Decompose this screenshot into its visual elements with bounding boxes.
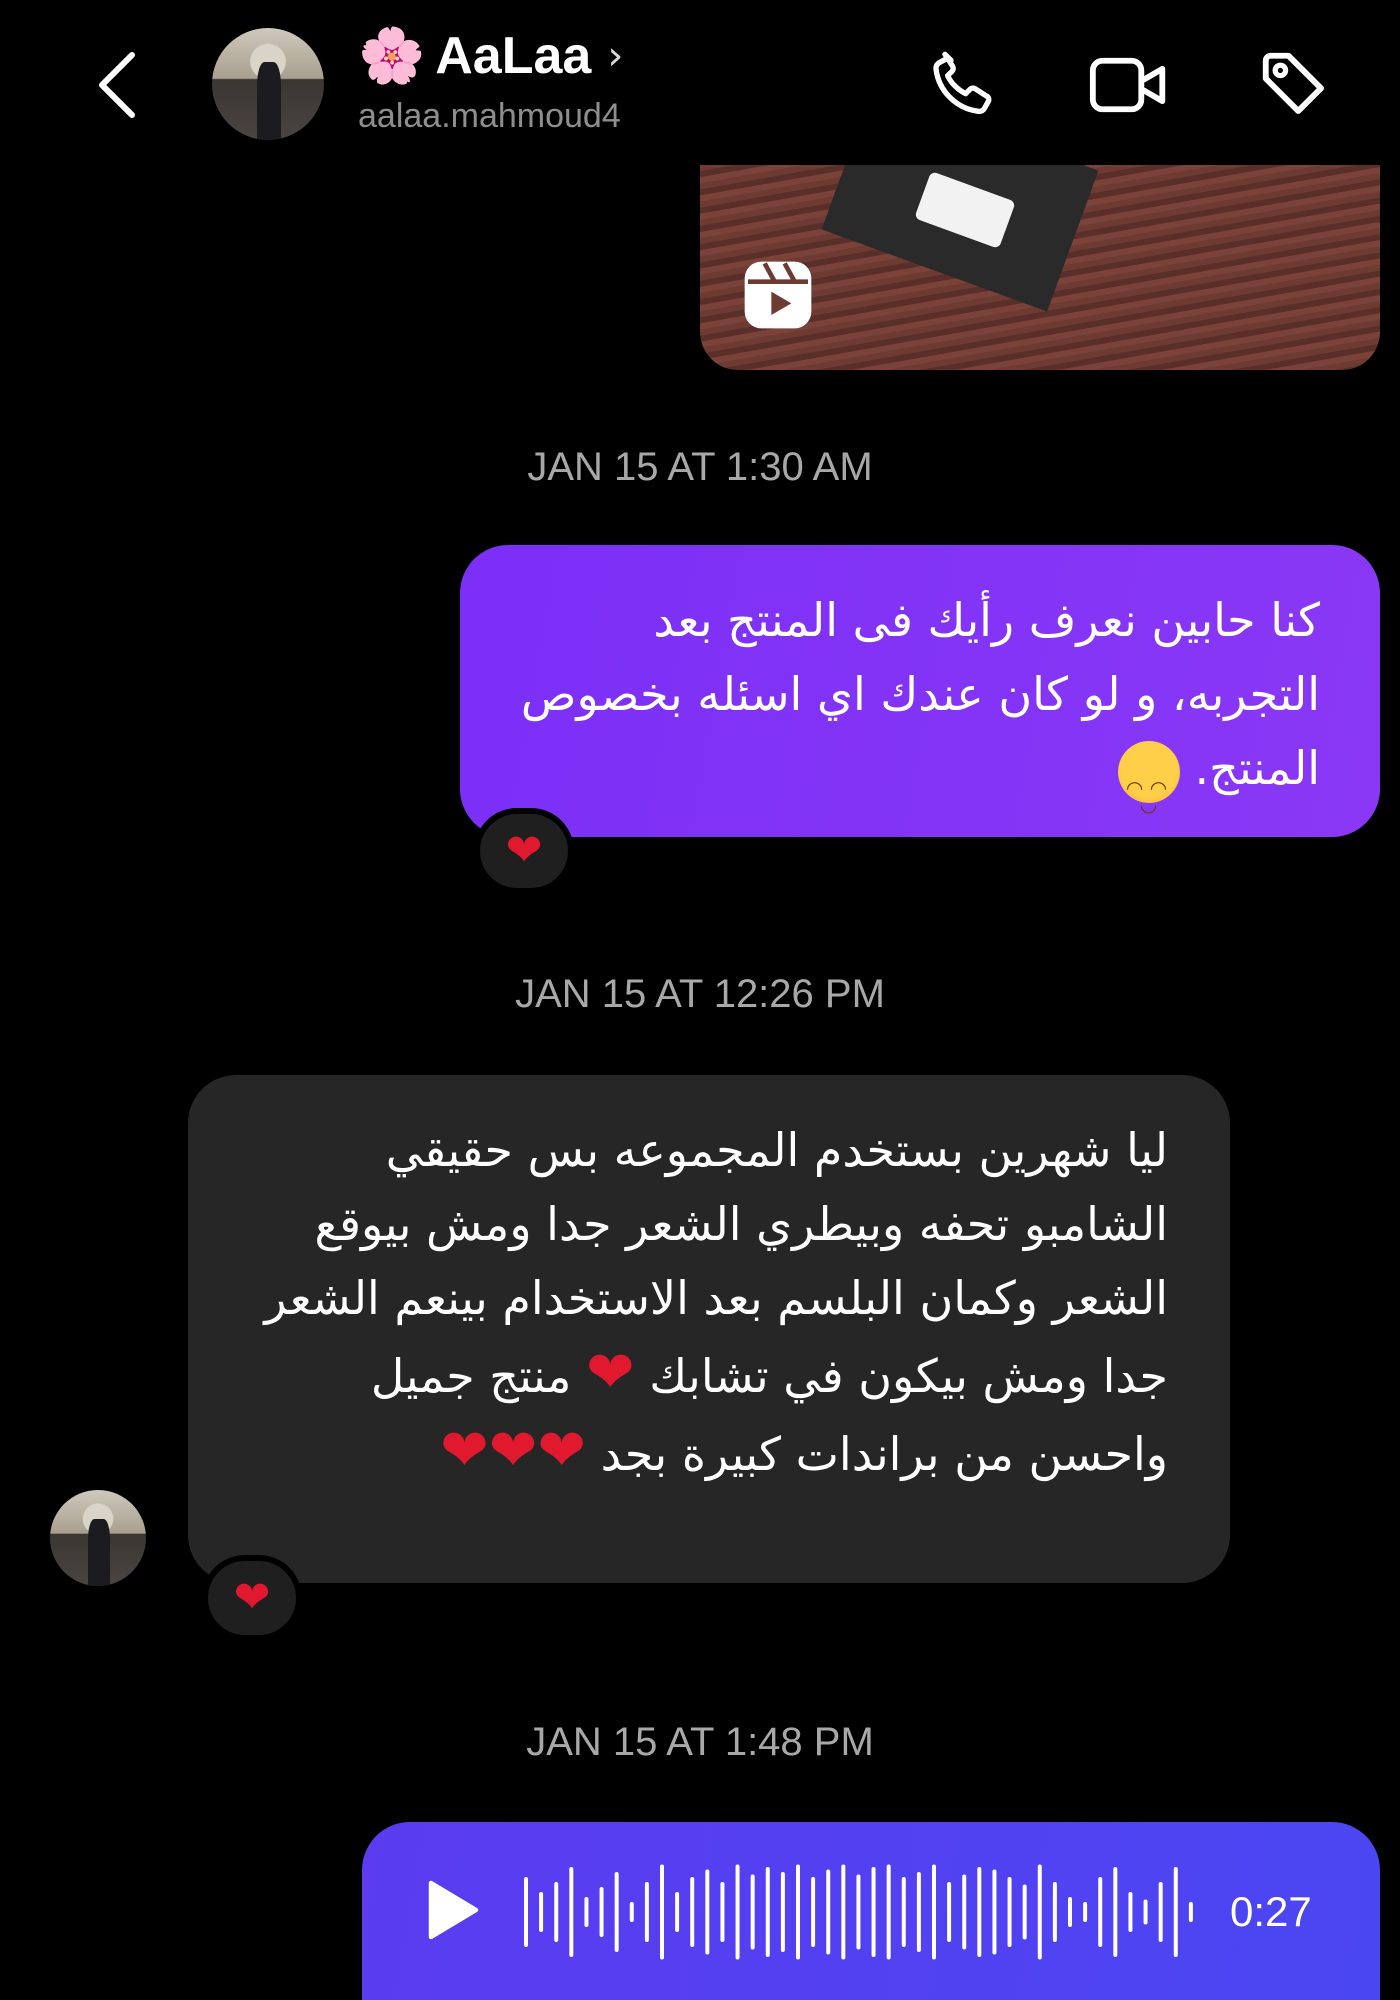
voice-message-bubble[interactable]: 0:27 bbox=[362, 1822, 1380, 2000]
sent-message-text: كنا حابين نعرف رأيك فى المنتج بعد التجرب… bbox=[520, 593, 1320, 795]
sent-message-bubble[interactable]: كنا حابين نعرف رأيك فى المنتج بعد التجرب… bbox=[460, 545, 1380, 841]
waveform-bar bbox=[992, 1869, 997, 1955]
waveform-bar bbox=[765, 1867, 770, 1957]
voice-duration: 0:27 bbox=[1230, 1888, 1312, 1935]
waveform-bar bbox=[584, 1897, 589, 1927]
timestamp: JAN 15 AT 12:26 PM bbox=[515, 972, 885, 1016]
waveform-bar bbox=[629, 1902, 634, 1922]
waveform-bar bbox=[1007, 1877, 1012, 1947]
waveform-bar bbox=[675, 1892, 680, 1932]
avatar[interactable] bbox=[212, 28, 324, 140]
timestamp: JAN 15 AT 1:30 AM bbox=[527, 445, 873, 489]
waveform-bar bbox=[539, 1892, 544, 1932]
waveform-bar bbox=[599, 1887, 604, 1937]
waveform-bar bbox=[1158, 1882, 1163, 1942]
waveform-bar bbox=[1022, 1884, 1027, 1940]
hugging-face-icon bbox=[1117, 740, 1180, 841]
waveform-bar bbox=[871, 1867, 876, 1957]
heart-icon: ❤ bbox=[505, 825, 543, 876]
waveform-bar bbox=[886, 1864, 891, 1960]
waveform-bar bbox=[811, 1877, 816, 1947]
heart-icon: ❤ bbox=[233, 1572, 271, 1623]
sender-avatar[interactable] bbox=[50, 1490, 146, 1586]
message-reaction[interactable]: ❤ bbox=[202, 1555, 302, 1641]
waveform-bar bbox=[750, 1874, 755, 1950]
profile-name: AaLaa bbox=[435, 27, 592, 85]
waveform-bar bbox=[962, 1874, 967, 1950]
waveform-bar bbox=[780, 1872, 785, 1952]
profile-username: aalaa.mahmoud4 bbox=[358, 97, 621, 135]
waveform-bar bbox=[1173, 1867, 1178, 1957]
waveform-bar bbox=[901, 1877, 906, 1947]
waveform-bar bbox=[947, 1882, 952, 1942]
waveform-bar bbox=[554, 1882, 559, 1942]
waveform-bar bbox=[1052, 1882, 1057, 1942]
waveform-bar bbox=[720, 1882, 725, 1942]
chevron-left-icon bbox=[99, 52, 135, 118]
waveform-bar bbox=[977, 1867, 982, 1957]
waveform-bar bbox=[856, 1874, 861, 1950]
video-camera-icon bbox=[1089, 57, 1166, 113]
shared-reel-preview[interactable] bbox=[700, 165, 1380, 370]
waveform-bar bbox=[1113, 1867, 1118, 1957]
tag-button[interactable] bbox=[1250, 40, 1340, 130]
waveform-bar bbox=[1037, 1864, 1042, 1960]
flower-icon: 🌸 bbox=[358, 24, 426, 87]
message-reaction[interactable]: ❤ bbox=[474, 808, 574, 894]
received-message-bubble[interactable]: ليا شهرين بستخدم المجموعه بس حقيقي الشام… bbox=[188, 1075, 1230, 1583]
waveform-bar bbox=[1143, 1899, 1148, 1925]
waveform-bar bbox=[1188, 1902, 1193, 1922]
heart-icon: ❤❤❤ bbox=[440, 1416, 586, 1484]
waveform-bar bbox=[916, 1872, 921, 1952]
waveform-bar bbox=[796, 1864, 800, 1960]
waveform-bar bbox=[826, 1869, 831, 1955]
profile-name-row[interactable]: 🌸 AaLaa › bbox=[358, 26, 623, 86]
video-call-button[interactable] bbox=[1085, 40, 1175, 130]
heart-icon: ❤ bbox=[586, 1338, 635, 1406]
timestamp: JAN 15 AT 1:48 PM bbox=[526, 1720, 874, 1764]
waveform-bar bbox=[1098, 1877, 1103, 1947]
waveform-bar bbox=[1128, 1892, 1133, 1932]
phone-icon bbox=[933, 51, 992, 115]
waveform-bar bbox=[1068, 1897, 1072, 1927]
waveform-bar bbox=[841, 1864, 846, 1960]
waveform-bar bbox=[705, 1869, 710, 1955]
reels-icon bbox=[744, 261, 812, 329]
waveform-bar bbox=[1083, 1902, 1088, 1922]
waveform-bar bbox=[735, 1864, 740, 1960]
chevron-right-icon: › bbox=[607, 33, 624, 79]
call-button[interactable] bbox=[918, 40, 1008, 130]
waveform-bar bbox=[690, 1877, 695, 1947]
chat-header: 🌸 AaLaa › aalaa.mahmoud4 bbox=[0, 0, 1400, 165]
waveform-bar bbox=[660, 1864, 664, 1960]
play-icon[interactable] bbox=[422, 1877, 482, 1943]
waveform-bar bbox=[932, 1864, 936, 1960]
audio-waveform[interactable] bbox=[522, 1862, 1202, 1962]
waveform-bar bbox=[524, 1877, 528, 1947]
back-button[interactable] bbox=[82, 40, 152, 130]
waveform-bar bbox=[569, 1867, 574, 1957]
waveform-bar bbox=[644, 1882, 649, 1942]
waveform-bar bbox=[614, 1872, 619, 1952]
tag-icon bbox=[1262, 52, 1324, 114]
